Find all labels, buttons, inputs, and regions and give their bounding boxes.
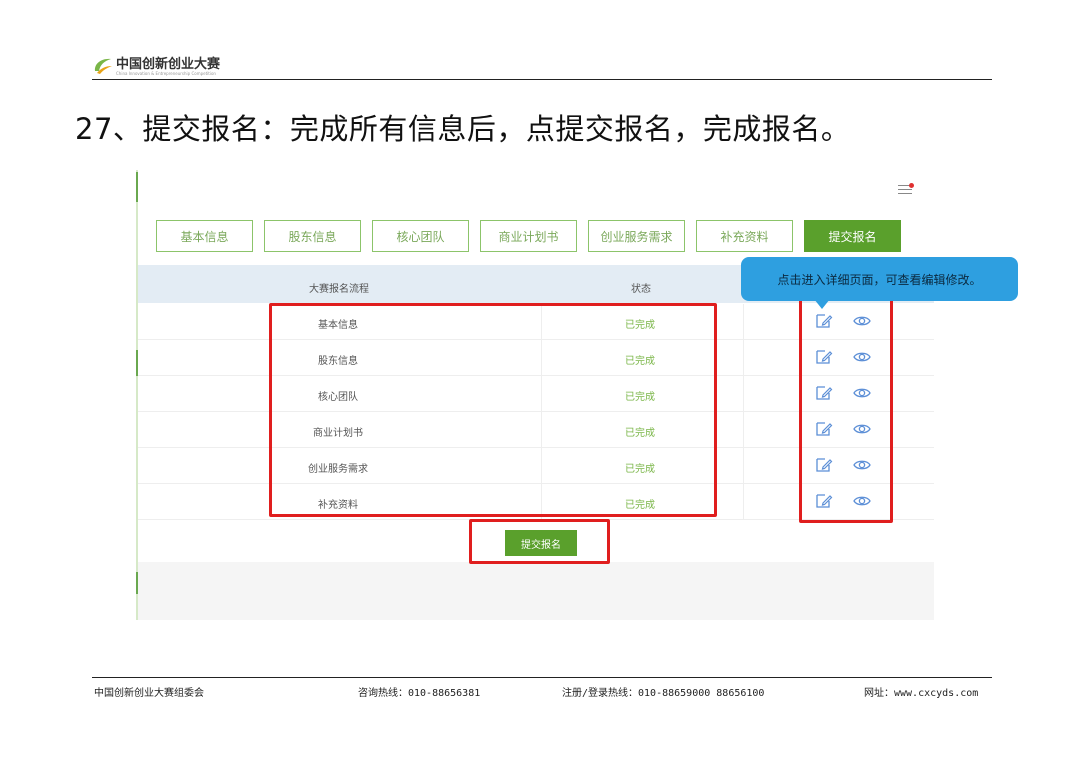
notification-dot (909, 183, 914, 188)
footer-register-hotline: 注册/登录热线：010-88659000 88656100 (562, 688, 765, 699)
row-name: 补充资料 (318, 500, 358, 511)
column-header-process: 大赛报名流程 (309, 284, 369, 295)
competition-logo: 中国创新创业大赛 China Innovation & Entrepreneur… (92, 52, 220, 78)
tab-basic-info[interactable]: 基本信息 (156, 220, 253, 252)
edit-icon[interactable] (815, 421, 833, 437)
edit-icon[interactable] (815, 313, 833, 329)
row-name: 股东信息 (318, 356, 358, 367)
header-divider (92, 79, 992, 80)
logo-subtitle: China Innovation & Entrepreneurship Comp… (116, 71, 216, 76)
tooltip-arrow (814, 299, 830, 309)
logo-swoosh-icon (92, 54, 114, 76)
eye-icon[interactable] (853, 493, 871, 509)
edit-icon[interactable] (815, 349, 833, 365)
footer-organizer: 中国创新创业大赛组委会 (94, 688, 204, 699)
tab-shareholder-info[interactable]: 股东信息 (264, 220, 361, 252)
tab-core-team[interactable]: 核心团队 (372, 220, 469, 252)
row-name: 核心团队 (318, 392, 358, 403)
tab-service-needs[interactable]: 创业服务需求 (588, 220, 685, 252)
edit-icon[interactable] (815, 385, 833, 401)
column-divider (743, 304, 744, 520)
app-footer-band (138, 562, 934, 620)
logo-text: 中国创新创业大赛 (116, 57, 221, 72)
app-left-marker (136, 172, 138, 202)
eye-icon[interactable] (853, 313, 871, 329)
row-name: 商业计划书 (313, 428, 363, 439)
column-header-status: 状态 (631, 284, 651, 295)
eye-icon[interactable] (853, 457, 871, 473)
footer-hotline: 咨询热线：010-88656381 (358, 688, 481, 699)
eye-icon[interactable] (853, 349, 871, 365)
status-badge: 已完成 (625, 428, 655, 439)
status-badge: 已完成 (625, 356, 655, 367)
tooltip-callout: 点击进入详细页面，可查看编辑修改。 (741, 257, 1018, 301)
row-name: 基本信息 (318, 320, 358, 331)
column-divider (541, 304, 542, 520)
edit-icon[interactable] (815, 493, 833, 509)
row-name: 创业服务需求 (308, 464, 368, 475)
status-badge: 已完成 (625, 392, 655, 403)
tab-supplementary[interactable]: 补充资料 (696, 220, 793, 252)
tab-business-plan[interactable]: 商业计划书 (480, 220, 577, 252)
submit-registration-button[interactable]: 提交报名 (505, 530, 577, 556)
status-badge: 已完成 (625, 500, 655, 511)
footer-website: 网址：www.cxcyds.com (864, 688, 979, 699)
tab-submit[interactable]: 提交报名 (804, 220, 901, 252)
edit-icon[interactable] (815, 457, 833, 473)
status-badge: 已完成 (625, 464, 655, 475)
eye-icon[interactable] (853, 385, 871, 401)
status-badge: 已完成 (625, 320, 655, 331)
slide-title: 27、提交报名：完成所有信息后，点提交报名，完成报名。 (75, 112, 851, 146)
footer-divider (92, 677, 992, 678)
eye-icon[interactable] (853, 421, 871, 437)
